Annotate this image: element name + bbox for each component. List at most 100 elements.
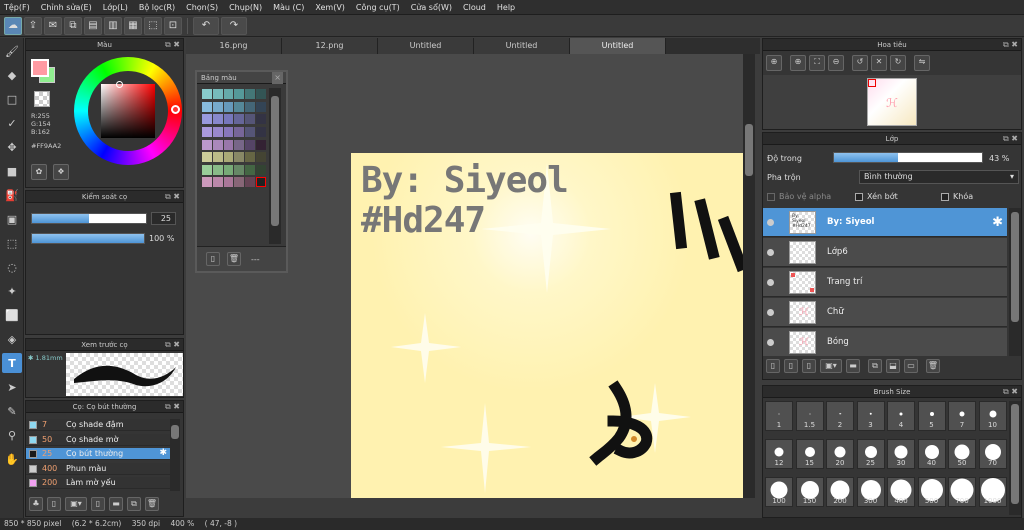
palette-swatch[interactable] bbox=[234, 89, 245, 99]
brush-size-cell[interactable]: 70 bbox=[978, 439, 1007, 469]
palette-swatch[interactable] bbox=[245, 139, 256, 150]
palette-swatch[interactable] bbox=[234, 177, 245, 188]
move-tool[interactable]: ✥ bbox=[2, 137, 22, 157]
brush-size-cell[interactable]: 150 bbox=[795, 477, 824, 507]
brush-size-cell[interactable]: 200 bbox=[826, 477, 854, 507]
brush-size-cell[interactable]: 3 bbox=[856, 401, 885, 431]
layer-button[interactable]: ▥ bbox=[104, 16, 122, 35]
hand-tool[interactable]: ✋ bbox=[2, 449, 22, 469]
menu-item[interactable]: Help bbox=[497, 3, 515, 12]
palette-swatch[interactable] bbox=[245, 126, 256, 137]
palette-swatch[interactable] bbox=[234, 114, 245, 125]
palette-swatch[interactable] bbox=[212, 139, 223, 150]
palette-swatch[interactable] bbox=[245, 177, 256, 188]
menu-item[interactable]: Lớp(L) bbox=[103, 3, 128, 12]
palette-swatch[interactable] bbox=[212, 114, 223, 125]
palette-swatch[interactable] bbox=[202, 114, 212, 125]
brush-size-cell[interactable]: 25 bbox=[856, 439, 885, 469]
brush-list-item[interactable]: 200 Làm mờ yếu bbox=[26, 477, 179, 489]
document-tab[interactable]: Untitled bbox=[570, 38, 666, 54]
palette-delete-button[interactable]: 🗑 bbox=[227, 252, 241, 266]
layer-menu-button[interactable]: ▣▾ bbox=[820, 359, 842, 373]
palette-swatch[interactable] bbox=[234, 164, 245, 175]
menu-item[interactable]: Cloud bbox=[463, 3, 486, 12]
brush-size-cell[interactable]: 30 bbox=[887, 439, 915, 469]
foreground-color-swatch[interactable] bbox=[31, 59, 49, 77]
palette-swatch[interactable] bbox=[212, 164, 223, 175]
document-tab[interactable]: 12.png bbox=[282, 38, 378, 54]
palette-swatch[interactable] bbox=[212, 126, 223, 137]
palette-swatch[interactable] bbox=[256, 152, 266, 163]
brush-size-cell[interactable]: 7 bbox=[948, 401, 976, 431]
brush-size-cell[interactable]: 1000 bbox=[978, 477, 1007, 507]
transparent-swatch[interactable] bbox=[34, 91, 50, 107]
text-tool[interactable]: T bbox=[2, 353, 22, 373]
layer-opacity-slider[interactable] bbox=[833, 152, 983, 163]
rotate-left-button[interactable]: ↺ bbox=[852, 55, 868, 71]
palette-swatch[interactable] bbox=[202, 164, 212, 175]
panel-controls[interactable]: ⧉ ✖ bbox=[165, 191, 180, 203]
eraser-tool[interactable]: ◆ bbox=[2, 65, 22, 85]
palette-swatch[interactable] bbox=[245, 101, 256, 112]
brush-size-cell[interactable]: 10 bbox=[978, 401, 1007, 431]
protect-alpha-checkbox[interactable] bbox=[767, 192, 775, 201]
brush-copy-button[interactable]: ▯ bbox=[91, 497, 105, 511]
menu-item[interactable]: Chỉnh sửa(E) bbox=[41, 3, 92, 12]
cloud-button[interactable]: ☁ bbox=[4, 16, 22, 35]
palette-swatch[interactable] bbox=[202, 126, 212, 137]
eye-icon[interactable] bbox=[767, 249, 774, 256]
eye-icon[interactable] bbox=[767, 339, 774, 346]
pen-tool[interactable]: ✎ bbox=[2, 401, 22, 421]
palette-swatch[interactable] bbox=[202, 152, 212, 163]
eye-icon[interactable] bbox=[767, 309, 774, 316]
brush-folder-button[interactable]: ▬ bbox=[109, 497, 123, 511]
menu-item[interactable]: Xem(V) bbox=[315, 3, 345, 12]
gradient-tool[interactable]: ▣ bbox=[2, 209, 22, 229]
fit-window-button[interactable]: ⛶ bbox=[809, 55, 825, 71]
color-picker-marker[interactable] bbox=[116, 81, 123, 88]
panel-controls[interactable]: ⧉ ✖ bbox=[165, 339, 180, 351]
brush-add-button[interactable]: ♣ bbox=[29, 497, 43, 511]
document-tab[interactable]: Untitled bbox=[378, 38, 474, 54]
document-tab[interactable]: 16.png bbox=[186, 38, 282, 54]
menu-item[interactable]: Cửa sổ(W) bbox=[411, 3, 452, 12]
palette-swatch[interactable] bbox=[212, 89, 223, 99]
eye-icon[interactable] bbox=[767, 279, 774, 286]
palette-swatch[interactable] bbox=[223, 139, 234, 150]
zoom-button[interactable]: ⊕ bbox=[790, 55, 806, 71]
palette-grid[interactable] bbox=[202, 89, 266, 189]
brush-size-cell[interactable]: 400 bbox=[887, 477, 915, 507]
palette-swatch[interactable] bbox=[223, 89, 234, 99]
brush-size-cell[interactable]: 700 bbox=[948, 477, 976, 507]
palette-swatch[interactable] bbox=[223, 114, 234, 125]
lock-option[interactable]: Khóa bbox=[941, 192, 973, 201]
palette-swatch[interactable] bbox=[223, 152, 234, 163]
brush-size-cell[interactable]: 50 bbox=[948, 439, 976, 469]
palette-scrollbar[interactable] bbox=[269, 88, 281, 244]
eyedropper-tool[interactable]: ⚲ bbox=[2, 425, 22, 445]
navigator-preview-area[interactable]: ℋ bbox=[763, 75, 1021, 129]
select-eraser-tool[interactable]: ◈ bbox=[2, 329, 22, 349]
protect-alpha-option[interactable]: Bảo vệ alpha bbox=[767, 192, 831, 201]
lasso-tool[interactable]: ◌ bbox=[2, 257, 22, 277]
bucket-tool[interactable]: ⛽ bbox=[2, 185, 22, 205]
document-tab[interactable]: Untitled bbox=[474, 38, 570, 54]
palette-swatch[interactable] bbox=[202, 89, 212, 99]
brush-duplicate-button[interactable]: ⧉ bbox=[127, 497, 141, 511]
operation-tool[interactable]: ➤ bbox=[2, 377, 22, 397]
palette-swatch[interactable] bbox=[202, 101, 212, 112]
flip-button[interactable]: ⇋ bbox=[914, 55, 930, 71]
palette-swatch[interactable] bbox=[256, 177, 266, 188]
delete-layer-button[interactable]: 🗑 bbox=[926, 359, 940, 373]
clipping-option[interactable]: Xén bớt bbox=[855, 192, 898, 201]
palette-swatch[interactable] bbox=[234, 139, 245, 150]
brush-size-cell[interactable]: 20 bbox=[826, 439, 854, 469]
brush-menu-button[interactable]: ▣▾ bbox=[65, 497, 87, 511]
brush-size-cell[interactable]: 1.5 bbox=[795, 401, 824, 431]
hue-picker[interactable] bbox=[171, 105, 180, 114]
palette-swatch[interactable] bbox=[223, 126, 234, 137]
fill-rect-tool[interactable]: ■ bbox=[2, 161, 22, 181]
palette-swatch[interactable] bbox=[256, 164, 266, 175]
brush-size-cell[interactable]: 15 bbox=[795, 439, 824, 469]
brush-size-cell[interactable]: 40 bbox=[917, 439, 946, 469]
